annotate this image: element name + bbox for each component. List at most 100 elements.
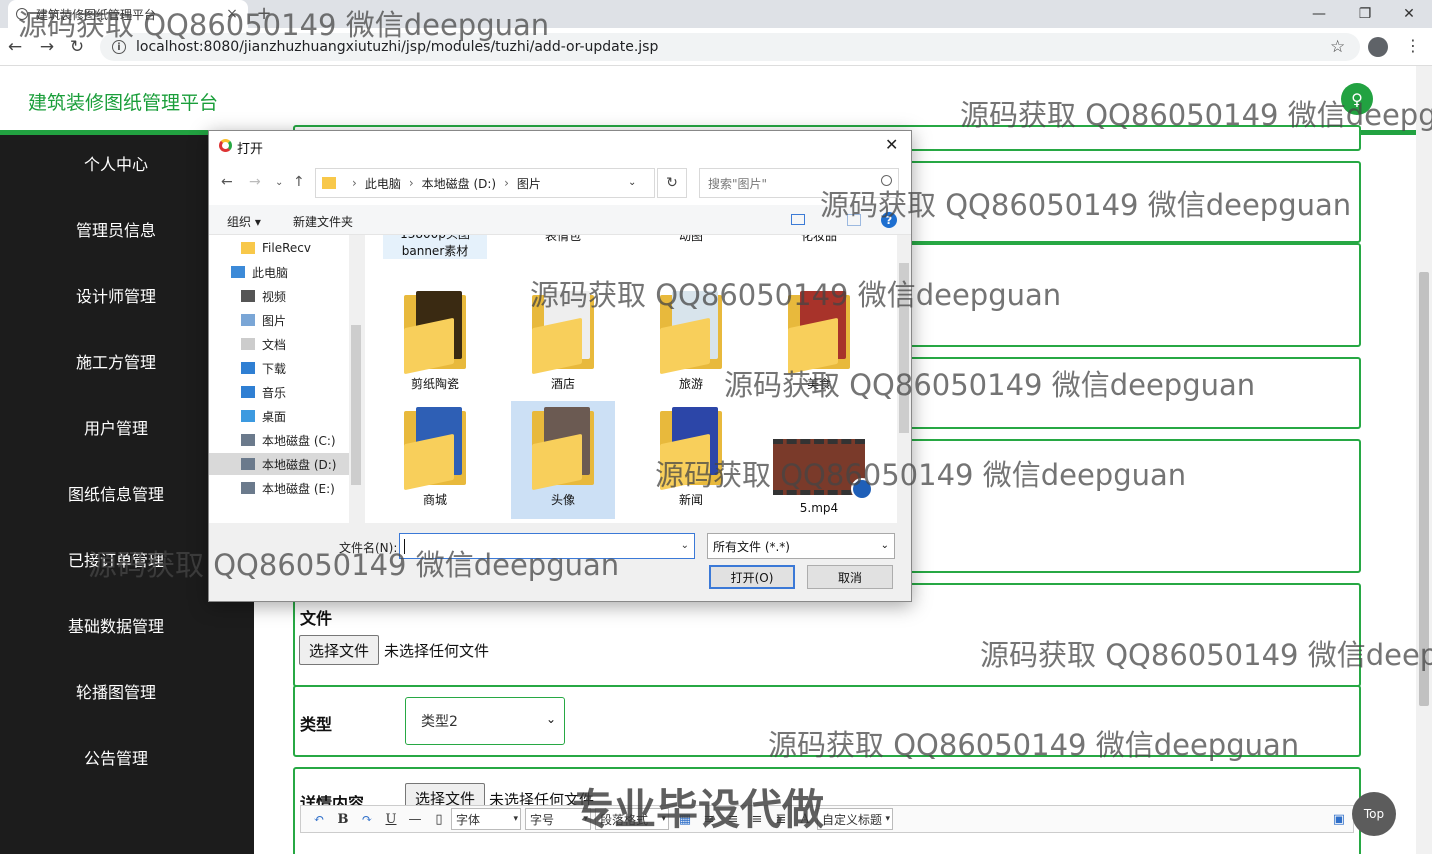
nav-pane-scrollbar-thumb[interactable] <box>351 325 361 485</box>
profile-avatar[interactable] <box>1368 37 1388 57</box>
bold-button[interactable]: B <box>331 812 355 827</box>
font-family-select[interactable]: 字体 ▾ <box>451 808 521 830</box>
file-tile[interactable]: 5.mp4 <box>767 407 873 515</box>
nav-item-documents[interactable]: 文档 <box>209 333 349 355</box>
reload-button[interactable]: ↻ <box>66 36 88 58</box>
bookmark-star-icon[interactable]: ☆ <box>1330 37 1345 57</box>
view-options-icon[interactable] <box>791 214 805 225</box>
new-tab-button[interactable]: + <box>254 3 274 24</box>
folder-tile[interactable]: 商城 <box>383 407 487 508</box>
sidebar-item-contractor[interactable]: 施工方管理 <box>0 341 232 381</box>
folder-tile[interactable]: 美食 <box>767 291 871 392</box>
sidebar-item-admin-info[interactable]: 管理员信息 <box>0 209 232 249</box>
nav-item-label: 本地磁盘 (D:) <box>262 457 337 472</box>
sidebar-item-carousel[interactable]: 轮播图管理 <box>0 671 232 711</box>
sidebar-item-users[interactable]: 用户管理 <box>0 407 232 447</box>
nav-item-filerecv[interactable]: FileRecv <box>209 237 349 259</box>
sidebar-item-notice[interactable]: 公告管理 <box>0 737 232 777</box>
user-avatar[interactable]: ♀ <box>1341 83 1373 115</box>
page-icon[interactable]: ▯ <box>427 812 451 827</box>
site-info-icon[interactable]: i <box>112 40 126 54</box>
sidebar-item-designer[interactable]: 设计师管理 <box>0 275 232 315</box>
fullscreen-icon[interactable]: ▣ <box>1333 812 1345 827</box>
file-name-label: 新闻 <box>678 493 703 507</box>
undo-icon[interactable]: ↶ <box>307 812 331 827</box>
underline-button[interactable]: U <box>379 812 403 827</box>
dialog-forward-icon[interactable]: → <box>249 174 261 190</box>
choose-file-button[interactable]: 选择文件 <box>299 635 379 665</box>
breadcrumb-drive-d[interactable]: 本地磁盘 (D:) <box>422 175 496 192</box>
nav-item-drive-c[interactable]: 本地磁盘 (C:) <box>209 429 349 451</box>
breadcrumb-pictures[interactable]: 图片 <box>517 175 541 192</box>
type-select[interactable]: 类型2 ⌄ <box>405 697 565 745</box>
sidebar-item-drawings[interactable]: 图纸信息管理 <box>0 473 232 513</box>
folder-tile[interactable]: 化妆品 <box>767 235 871 244</box>
cancel-button[interactable]: 取消 <box>807 565 893 589</box>
recent-locations-icon[interactable]: ⌄ <box>275 177 283 188</box>
nav-item-drive-d[interactable]: 本地磁盘 (D:) <box>209 453 349 475</box>
dialog-search-input[interactable]: 搜索"图片" <box>699 168 899 198</box>
dialog-navigation: ← → ⌄ ↑ › 此电脑 › 本地磁盘 (D:) › 图片 ⌄ ↻ 搜索"图片… <box>209 161 911 205</box>
file-name-label: 剪纸陶瓷 <box>410 377 459 391</box>
new-folder-button[interactable]: 新建文件夹 <box>293 213 353 230</box>
dialog-refresh-button[interactable]: ↻ <box>657 168 687 198</box>
dialog-command-bar: 组织 ▾ 新建文件夹 ? <box>209 205 911 235</box>
dialog-back-icon[interactable]: ← <box>221 174 233 190</box>
media-player-icon <box>851 478 873 500</box>
nav-item-drive-e[interactable]: 本地磁盘 (E:) <box>209 477 349 499</box>
back-button[interactable]: ← <box>4 36 26 58</box>
page-scrollbar-thumb[interactable] <box>1419 272 1429 706</box>
nav-item-pictures[interactable]: 图片 <box>209 309 349 331</box>
file-open-dialog: 打开 ✕ ← → ⌄ ↑ › 此电脑 › 本地磁盘 (D:) › 图片 ⌄ ↻ … <box>208 130 912 602</box>
folder-tile[interactable]: 剪纸陶瓷 <box>383 291 487 392</box>
sidebar-item-orders[interactable]: 已接订单管理 <box>0 539 232 579</box>
organize-menu[interactable]: 组织 ▾ <box>227 213 261 230</box>
chevron-down-icon[interactable]: ⌄ <box>628 177 636 188</box>
chevron-down-icon[interactable]: ⌄ <box>681 540 689 551</box>
breadcrumb-this-pc[interactable]: 此电脑 <box>365 175 401 192</box>
open-button[interactable]: 打开(O) <box>709 565 795 589</box>
back-to-top-button[interactable]: Top <box>1352 792 1396 836</box>
sidebar-item-personal-center[interactable]: 个人中心 <box>0 143 232 183</box>
folder-tile[interactable]: 酒店 <box>511 291 615 392</box>
dialog-file-grid: 13800p头图banner素材 表情包 动图 化妆品剪纸陶瓷 酒店 旅游 美食商城 头像 新闻… <box>365 235 897 523</box>
file-grid-scrollbar[interactable] <box>897 235 911 523</box>
address-bar[interactable]: i localhost:8080/jianzhuzhuangxiutuzhi/j… <box>100 33 1360 61</box>
nav-item-this-pc[interactable]: 此电脑 <box>209 261 349 283</box>
folder-tile[interactable]: 头像 <box>511 401 615 519</box>
browser-tab[interactable]: 建筑装修图纸管理平台 × <box>8 0 248 28</box>
page-scrollbar[interactable] <box>1416 66 1432 854</box>
custom-heading-select[interactable]: 自定义标题 ▾ <box>817 808 893 830</box>
file-label: 文件 <box>300 609 333 628</box>
redo-icon[interactable]: ↷ <box>355 812 379 827</box>
file-grid-scrollbar-thumb[interactable] <box>899 263 909 433</box>
window-minimize-button[interactable]: — <box>1296 0 1342 28</box>
folder-tile[interactable]: 表情包 <box>511 235 615 244</box>
sidebar-item-base-data[interactable]: 基础数据管理 <box>0 605 232 645</box>
horizontal-rule-icon[interactable]: — <box>403 812 427 827</box>
window-close-button[interactable]: ✕ <box>1386 0 1432 28</box>
folder-tile[interactable]: 新闻 <box>639 407 743 508</box>
nav-item-music[interactable]: 音乐 <box>209 381 349 403</box>
dialog-nav-pane: FileRecv 此电脑 视频 图片 文档 下载 音乐 桌面 本地磁盘 (C:) 本地磁盘 (D:… <box>209 235 361 523</box>
nav-item-videos[interactable]: 视频 <box>209 285 349 307</box>
tab-close-icon[interactable]: × <box>224 6 240 22</box>
folder-tile[interactable]: 旅游 <box>639 291 743 392</box>
browser-menu-icon[interactable]: ⋮ <box>1405 36 1421 55</box>
file-type-filter-select[interactable]: 所有文件 (*.*) ⌄ <box>707 533 895 559</box>
folder-tile[interactable]: 13800p头图banner素材 <box>383 235 487 259</box>
breadcrumb[interactable]: › 此电脑 › 本地磁盘 (D:) › 图片 ⌄ <box>315 168 655 198</box>
forward-button[interactable]: → <box>36 36 58 58</box>
up-folder-icon[interactable]: ↑ <box>293 174 305 190</box>
help-icon[interactable]: ? <box>881 212 897 228</box>
preview-pane-icon[interactable] <box>847 214 861 226</box>
nav-item-downloads[interactable]: 下载 <box>209 357 349 379</box>
nav-pane-scrollbar[interactable] <box>349 235 363 523</box>
folder-tile[interactable]: 动图 <box>639 235 743 244</box>
nav-item-icon <box>241 338 255 350</box>
filename-input[interactable]: ⌄ <box>399 533 695 559</box>
dialog-close-button[interactable]: ✕ <box>885 135 898 154</box>
window-maximize-button[interactable]: ❐ <box>1342 0 1388 28</box>
nav-item-icon <box>241 458 255 470</box>
nav-item-desktop[interactable]: 桌面 <box>209 405 349 427</box>
